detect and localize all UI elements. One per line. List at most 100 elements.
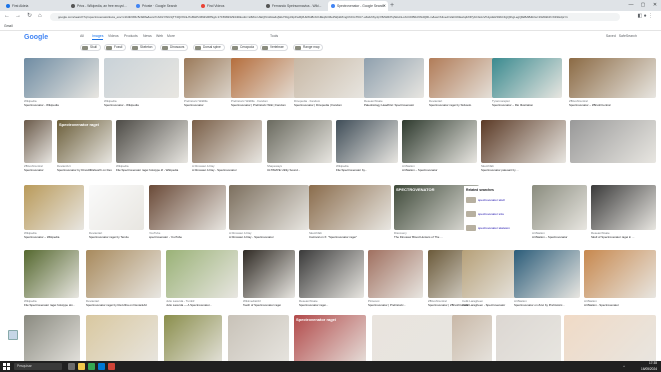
google-logo[interactable]: Google	[24, 34, 48, 41]
result-image[interactable]	[24, 120, 52, 163]
browser-tab[interactable]: Find Videos	[198, 1, 262, 11]
reload-icon[interactable]: ↻	[27, 11, 32, 22]
result-image[interactable]	[89, 185, 144, 230]
result-caption[interactable]: Wikipedia File:Spectrovenator ragei holot…	[24, 300, 79, 307]
result-image[interactable]	[24, 250, 79, 298]
result-image[interactable]	[243, 250, 295, 298]
result-image[interactable]	[24, 185, 84, 230]
filter-videos[interactable]: Videos	[108, 34, 119, 38]
result-image[interactable]	[104, 58, 179, 98]
result-caption[interactable]: Shapeways ULTIMATE Utility Sound...	[267, 165, 332, 172]
result-image[interactable]	[192, 120, 262, 163]
windows-start-icon[interactable]	[3, 363, 10, 370]
result-caption[interactable]: WikimediaCtrl Teeth of Spectrovenator rag…	[243, 300, 295, 307]
chip[interactable]: Vertebrae	[260, 44, 288, 51]
result-image[interactable]	[294, 58, 366, 98]
close-icon[interactable]: ✕	[383, 1, 386, 11]
extensions-icon[interactable]: ◧	[637, 13, 642, 19]
filter-products[interactable]: Products	[124, 34, 138, 38]
result-caption[interactable]: Pinterest Spectrovenator | Prehistoric...	[368, 300, 423, 307]
result-image[interactable]	[229, 185, 309, 230]
chip[interactable]: Dinosaurs	[160, 44, 189, 51]
result-caption[interactable]: ResearchGate Paleobiology Headfirst: Spec…	[364, 100, 424, 107]
profile-avatar[interactable]: ●	[644, 13, 647, 19]
bookmark-gmail[interactable]: Gmail	[4, 22, 13, 31]
result-image[interactable]	[402, 120, 477, 163]
result-caption[interactable]: Sketchfab Spectrovenator paleoart by ...	[481, 165, 566, 172]
result-image[interactable]	[584, 250, 656, 298]
new-tab-button[interactable]: +	[390, 1, 394, 10]
recycle-bin-icon[interactable]	[8, 330, 18, 340]
task-view-icon[interactable]	[68, 363, 75, 370]
result-caption[interactable]: YouTube spectrovenator - YouTube	[149, 232, 226, 239]
browser-tab[interactable]: First Aldeia	[3, 1, 67, 11]
chip[interactable]: Fossil	[104, 44, 127, 51]
forward-arrow-icon[interactable]: →	[15, 11, 21, 22]
result-caption[interactable]: ZBrushCentral Spectrovenator – ZBrushCent…	[569, 100, 656, 107]
app-icon[interactable]	[108, 363, 115, 370]
result-image[interactable]	[462, 250, 522, 298]
edge-icon[interactable]	[98, 363, 105, 370]
back-arrow-icon[interactable]: ←	[4, 11, 10, 22]
result-image[interactable]	[492, 58, 562, 98]
result-caption[interactable]: Wikipedia Spectrovenator - Wikipedia	[104, 100, 179, 107]
result-caption[interactable]: Wikipedia Spectrovenator – Wikipedia	[24, 232, 84, 239]
result-image[interactable]	[149, 185, 226, 230]
chip[interactable]: Dorsal spine	[193, 44, 225, 51]
result-image[interactable]	[24, 58, 99, 98]
address-bar[interactable]: google.com/search?q=spectrovenator&sca_e…	[50, 12, 620, 21]
close-window-button[interactable]: ✕	[649, 0, 661, 11]
related-search-item[interactable]: spectrovenator skeleton	[466, 224, 526, 232]
result-image[interactable]	[591, 185, 656, 230]
tools-button[interactable]: Tools	[270, 34, 278, 38]
result-caption[interactable]: Dinopedia · Fandom Spectrovenator | Dinop…	[294, 100, 366, 107]
result-caption[interactable]: Tyrannoraptor Spectrovenator – Rio Illust…	[492, 100, 562, 107]
filter-more[interactable]: More	[167, 34, 175, 38]
result-caption[interactable]: Wikipedia Spectrovenator - Wikipedia	[24, 100, 99, 107]
result-caption[interactable]: DeviantArt Spectrovenator by DinoAllRalwo…	[57, 165, 112, 172]
result-caption[interactable]: ArtStation ArtStation – Spectrovenator	[532, 232, 587, 239]
result-image[interactable]	[569, 58, 656, 98]
minimize-button[interactable]: —	[625, 0, 637, 11]
related-search-item[interactable]: spectrovenator size	[466, 210, 526, 218]
result-caption[interactable]: ArtStation ArtStation – Spectrovenator	[402, 165, 477, 172]
chrome-icon[interactable]	[88, 363, 95, 370]
result-image[interactable]	[166, 250, 238, 298]
result-image[interactable]	[267, 120, 332, 163]
result-image[interactable]	[532, 185, 587, 230]
menu-icon[interactable]: ⋮	[648, 13, 653, 19]
tray-chevron-icon[interactable]: ^	[623, 361, 625, 372]
result-image[interactable]	[364, 58, 424, 98]
result-caption[interactable]: ResearchGate Skull of Spectrovenator rage…	[591, 232, 656, 239]
chip[interactable]: Cerapoda	[230, 44, 258, 51]
result-caption[interactable]: ArtStation Spectrovenator on Zcut by Preh…	[514, 300, 580, 307]
result-image[interactable]	[86, 250, 161, 298]
related-search-item[interactable]: spectrovenator skull	[466, 196, 526, 204]
maximize-button[interactable]: ▢	[637, 0, 649, 11]
result-image[interactable]	[116, 120, 188, 163]
result-caption[interactable]: Wikipedia File:Spectrovenator ragei holot…	[116, 165, 188, 172]
browser-tab[interactable]: Private · Google Search	[133, 1, 197, 11]
home-icon[interactable]: ⌂	[38, 11, 42, 22]
filter-web[interactable]: Web	[156, 34, 163, 38]
result-caption[interactable]: Sketchfab Carnival on X: "Spectrovenator …	[309, 232, 391, 239]
result-caption[interactable]: Celik Laragheen Celik Laragheen - Spectro…	[462, 300, 522, 307]
result-caption[interactable]: Julio Lacerda - Tumblr Julio Lacerda — A …	[166, 300, 238, 307]
result-image[interactable]	[514, 250, 580, 298]
filter-news[interactable]: News	[143, 34, 152, 38]
result-caption[interactable]: Wikipedia File:Spectrovenator by...	[336, 165, 398, 172]
result-image[interactable]	[481, 120, 566, 163]
filter-images[interactable]: Images	[92, 34, 104, 40]
result-caption[interactable]: ArtStation ArtStation - Spectrovenator	[584, 300, 656, 307]
result-image[interactable]	[336, 120, 398, 163]
result-caption[interactable]: Deviantart Spectrovenator ragei by RexUlt…	[86, 300, 161, 307]
chip[interactable]: Skull	[80, 44, 101, 51]
browser-tab[interactable]: Pécs - Wikipedia, an free encycl...	[68, 1, 132, 11]
result-image[interactable]	[429, 58, 499, 98]
system-clock[interactable]: 17:35 16/05/2024	[641, 361, 657, 372]
result-caption[interactable]: Deviantart Spectrovenator ragei by Sickso…	[429, 100, 499, 107]
chip[interactable]: Skeleton	[130, 44, 157, 51]
saved-link[interactable]: Saved	[606, 34, 616, 38]
browser-tab[interactable]: Fernando Speirsonnavius - Wiki...	[263, 1, 327, 11]
result-image[interactable]	[570, 120, 656, 163]
